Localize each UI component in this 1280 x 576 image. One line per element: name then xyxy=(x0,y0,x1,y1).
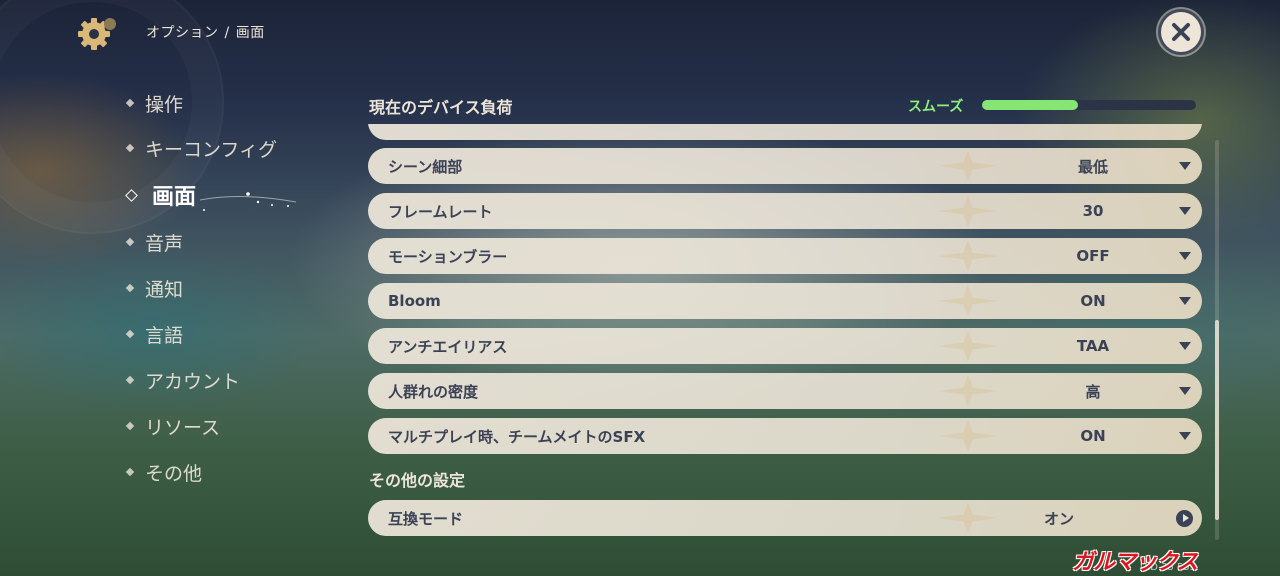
device-load-title: 現在のデバイス負荷 xyxy=(369,98,513,117)
setting-label: 互換モード xyxy=(388,509,464,528)
diamond-icon xyxy=(125,467,135,477)
settings-row-motion-blur[interactable]: モーションブラー OFF xyxy=(368,238,1202,274)
nav-item-label: 言語 xyxy=(145,324,184,347)
star-ornament-icon xyxy=(938,330,998,362)
setting-label: マルチプレイ時、チームメイトのSFX xyxy=(388,427,646,446)
diamond-icon xyxy=(125,98,135,108)
setting-value: ON xyxy=(1080,427,1106,445)
close-button[interactable] xyxy=(1161,12,1201,52)
gear-icon xyxy=(76,12,120,56)
dropdown-arrow-icon[interactable] xyxy=(1179,162,1191,170)
dropdown-arrow-icon[interactable] xyxy=(1179,252,1191,260)
scrollbar-thumb[interactable] xyxy=(1215,320,1219,520)
close-icon xyxy=(1172,23,1190,41)
setting-value: TAA xyxy=(1076,337,1110,355)
other-settings-title: その他の設定 xyxy=(369,471,466,490)
setting-value: オン xyxy=(1043,509,1074,528)
star-ornament-icon xyxy=(938,285,998,317)
watermark-logo: ガルマックス xyxy=(1072,550,1198,575)
diamond-icon xyxy=(125,237,135,247)
dropdown-arrow-icon[interactable] xyxy=(1179,297,1191,305)
device-load-bar xyxy=(982,100,1196,110)
setting-label: アンチエイリアス xyxy=(388,337,508,356)
nav-item-resources[interactable]: リソース xyxy=(124,411,324,441)
breadcrumb: オプション / 画面 xyxy=(146,22,265,42)
scrollbar[interactable] xyxy=(1215,140,1219,540)
nav-item-language[interactable]: 言語 xyxy=(124,319,324,349)
settings-row-bloom[interactable]: Bloom ON xyxy=(368,283,1202,319)
nav-item-label: アカウント xyxy=(145,370,241,393)
setting-label: Bloom xyxy=(388,292,441,310)
breadcrumb-separator: / xyxy=(224,25,230,41)
device-load-fill xyxy=(982,100,1079,110)
nav-item-label: その他 xyxy=(145,462,203,485)
nav-item-other[interactable]: その他 xyxy=(124,457,324,487)
diamond-icon xyxy=(125,375,135,385)
setting-label: シーン細部 xyxy=(388,157,463,176)
setting-value: 高 xyxy=(1085,382,1101,401)
star-ornament-icon xyxy=(938,420,998,452)
nav-item-audio[interactable]: 音声 xyxy=(124,227,324,257)
nav-item-label: 操作 xyxy=(145,93,184,116)
dropdown-arrow-icon[interactable] xyxy=(1179,432,1191,440)
breadcrumb-root[interactable]: オプション xyxy=(146,25,219,41)
setting-label: 人群れの密度 xyxy=(388,382,479,401)
diamond-icon xyxy=(125,329,135,339)
settings-row-crowd-density[interactable]: 人群れの密度 高 xyxy=(368,373,1202,409)
diamond-icon xyxy=(125,421,135,431)
nav-item-label: キーコンフィグ xyxy=(145,138,278,161)
nav-item-controls[interactable]: 操作 xyxy=(124,88,324,118)
dropdown-arrow-icon[interactable] xyxy=(1179,207,1191,215)
settings-row-coop-sfx[interactable]: マルチプレイ時、チームメイトのSFX ON xyxy=(368,418,1202,454)
arrow-right-circle-icon[interactable] xyxy=(1176,510,1193,527)
settings-row-partial[interactable] xyxy=(368,124,1202,140)
nav-item-label: 通知 xyxy=(145,278,184,301)
settings-row-scene-detail[interactable]: シーン細部 最低 xyxy=(368,148,1202,184)
settings-row-frame-rate[interactable]: フレームレート 30 xyxy=(368,193,1202,229)
nav-item-account[interactable]: アカウント xyxy=(124,365,324,395)
nav-item-key-config[interactable]: キーコンフィグ xyxy=(124,133,324,163)
setting-value: ON xyxy=(1080,292,1106,310)
settings-row-anti-aliasing[interactable]: アンチエイリアス TAA xyxy=(368,328,1202,364)
dropdown-arrow-icon[interactable] xyxy=(1179,342,1191,350)
nav-item-label: 音声 xyxy=(145,232,184,255)
sparkle-icon xyxy=(200,192,297,211)
setting-value: OFF xyxy=(1076,247,1110,265)
setting-value: 30 xyxy=(1082,202,1104,220)
nav-item-label: リソース xyxy=(145,416,221,439)
diamond-outline-icon xyxy=(125,188,138,202)
diamond-icon xyxy=(125,143,135,153)
star-ornament-icon xyxy=(938,240,998,272)
device-load-status: スムーズ xyxy=(908,99,964,115)
star-ornament-icon xyxy=(938,150,998,182)
setting-label: モーションブラー xyxy=(388,247,508,266)
settings-row-compat-mode[interactable]: 互換モード オン xyxy=(368,500,1202,536)
nav-item-label: 画面 xyxy=(152,185,197,210)
setting-value: 最低 xyxy=(1077,157,1108,176)
settings-list[interactable]: シーン細部 最低 フレームレート 30 モーションブラー OFF Bloom O… xyxy=(368,124,1204,456)
star-ornament-icon xyxy=(938,195,998,227)
nav-item-notifications[interactable]: 通知 xyxy=(124,273,324,303)
breadcrumb-current: 画面 xyxy=(235,25,265,41)
dropdown-arrow-icon[interactable] xyxy=(1179,387,1191,395)
setting-label: フレームレート xyxy=(388,202,493,221)
diamond-icon xyxy=(125,283,135,293)
star-ornament-icon xyxy=(938,375,998,407)
